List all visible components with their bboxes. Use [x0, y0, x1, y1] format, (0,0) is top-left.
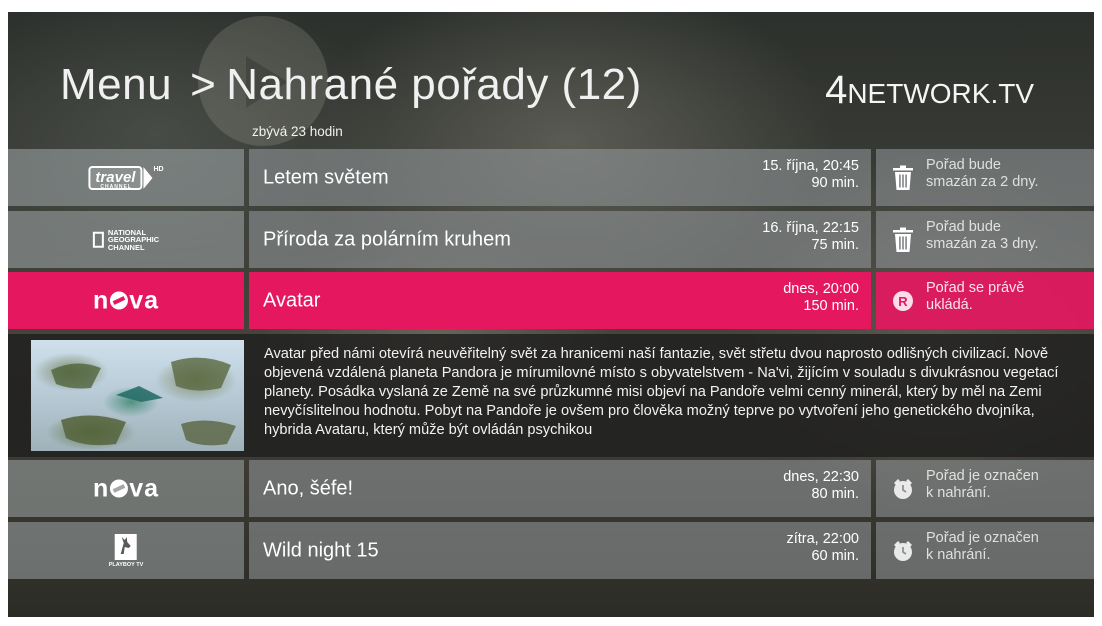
program-cell[interactable]: Příroda za polárním kruhem 16. října, 22…: [249, 211, 871, 268]
program-description: Avatar před námi otevírá neuvěřitelný sv…: [264, 346, 1059, 438]
channel-logo-cell: n va: [8, 272, 244, 329]
status-text: Pořad je označen k nahrání.: [926, 468, 1039, 501]
program-detail-panel: Avatar před námi otevírá neuvěřitelný sv…: [8, 334, 1094, 457]
svg-text:R: R: [898, 294, 908, 309]
program-time: dnes, 20:00 150 min.: [783, 281, 859, 314]
playboy-tv-logo: PLAYBOY TV: [109, 533, 143, 568]
program-cell[interactable]: Avatar dnes, 20:00 150 min.: [249, 272, 871, 329]
program-time: 16. října, 22:15 75 min.: [762, 220, 859, 253]
recording-row[interactable]: NATIONAL GEOGRAPHIC CHANNEL Příroda za pol…: [8, 211, 1094, 268]
trash-icon: [893, 227, 913, 252]
chevron-right-icon: >: [190, 60, 217, 109]
recording-row[interactable]: travel CHANNEL HD Letem světem 15. října,…: [8, 149, 1094, 206]
recording-row[interactable]: PLAYBOY TV Wild night 15 zítra, 22:00 60 …: [8, 522, 1094, 579]
trash-icon: [893, 165, 913, 190]
program-time: 15. října, 20:45 90 min.: [762, 158, 859, 191]
tv-screen: Menu > Nahrané pořady (12) zbývá 23 hodin …: [8, 12, 1094, 617]
program-title: Letem světem: [263, 166, 389, 188]
program-time: zítra, 22:00 60 min.: [786, 531, 859, 564]
brand-logo: 4NETWORK.TV: [825, 68, 1034, 112]
program-cell[interactable]: Ano, šéfe! dnes, 22:30 80 min.: [249, 460, 871, 517]
page-header: Menu > Nahrané pořady (12): [60, 60, 642, 110]
nova-logo: n va: [92, 474, 160, 502]
status-cell: Pořad bude smazán za 2 dny.: [876, 149, 1094, 206]
remaining-capacity: zbývá 23 hodin: [252, 124, 343, 139]
program-title: Příroda za polárním kruhem: [263, 228, 511, 250]
national-geographic-logo: NATIONAL GEOGRAPHIC CHANNEL: [92, 228, 159, 251]
channel-logo-cell: n va: [8, 460, 244, 517]
program-title: Avatar: [263, 289, 321, 311]
recording-row[interactable]: n va Ano, šéfe! dnes, 22:30 80 min. Pořad …: [8, 460, 1094, 517]
channel-logo-cell: travel CHANNEL HD: [8, 149, 244, 206]
menu-breadcrumb[interactable]: Menu: [60, 60, 172, 109]
channel-logo-cell: PLAYBOY TV: [8, 522, 244, 579]
alarm-clock-icon: [894, 478, 912, 499]
channel-logo-cell: NATIONAL GEOGRAPHIC CHANNEL: [8, 211, 244, 268]
program-title: Wild night 15: [263, 539, 379, 561]
program-cell[interactable]: Letem světem 15. října, 20:45 90 min.: [249, 149, 871, 206]
status-text: Pořad bude smazán za 3 dny.: [926, 219, 1039, 252]
status-cell: Pořad je označen k nahrání.: [876, 460, 1094, 517]
status-cell: R Pořad se právě ukládá.: [876, 272, 1094, 329]
recording-icon: R: [893, 290, 913, 311]
program-cell[interactable]: Wild night 15 zítra, 22:00 60 min.: [249, 522, 871, 579]
page-title: Nahrané pořady (12): [226, 60, 642, 109]
alarm-clock-icon: [894, 540, 912, 561]
program-title: Ano, šéfe!: [263, 477, 354, 499]
travel-channel-logo: travel CHANNEL HD: [88, 165, 164, 190]
status-text: Pořad bude smazán za 2 dny.: [926, 157, 1039, 190]
status-text: Pořad je označen k nahrání.: [926, 530, 1039, 563]
program-time: dnes, 22:30 80 min.: [783, 469, 859, 502]
status-text: Pořad se právě ukládá.: [926, 280, 1025, 313]
nova-logo: n va: [92, 286, 160, 314]
avatar-thumbnail: [31, 340, 244, 451]
status-cell: Pořad je označen k nahrání.: [876, 522, 1094, 579]
recording-row-selected[interactable]: n va Avatar dnes, 20:00 150 min. R Pořad s…: [8, 272, 1094, 329]
status-cell: Pořad bude smazán za 3 dny.: [876, 211, 1094, 268]
